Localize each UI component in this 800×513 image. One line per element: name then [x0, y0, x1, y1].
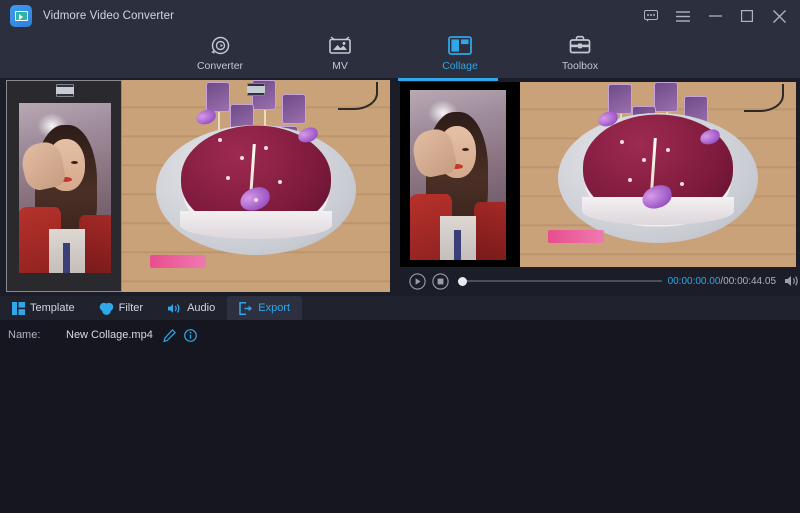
tab-label-audio: Audio: [187, 302, 216, 314]
name-row: Name: New Collage.mp4: [0, 320, 800, 350]
volume-icon[interactable]: [784, 274, 800, 288]
title-bar: Vidmore Video Converter: [0, 0, 800, 32]
collage-frame: [6, 80, 390, 292]
tab-audio[interactable]: Audio: [155, 296, 227, 320]
nav-item-toolbox[interactable]: Toolbox: [540, 32, 620, 72]
audio-icon: [168, 303, 180, 313]
menu-icon[interactable]: [668, 1, 698, 31]
nav-item-converter[interactable]: Converter: [180, 32, 260, 72]
pencil-icon[interactable]: [163, 328, 176, 342]
app-window: Vidmore Video Converter Converter MV Col…: [0, 0, 800, 513]
film-strip-icon-right[interactable]: [247, 83, 265, 96]
editor-tabs: Template Filter Audio Export: [0, 296, 800, 320]
collage-cell-left[interactable]: [6, 80, 122, 292]
feedback-icon[interactable]: [636, 1, 666, 31]
app-title: Vidmore Video Converter: [43, 10, 175, 22]
portrait-girl-clip: [19, 103, 111, 273]
total-time: 00:00:44.05: [723, 275, 776, 287]
nav-label-toolbox: Toolbox: [561, 60, 599, 72]
nav-label-converter: Converter: [196, 60, 244, 72]
name-label: Name:: [8, 329, 41, 341]
collage-icon: [448, 34, 472, 56]
play-icon[interactable]: [408, 270, 427, 292]
info-icon[interactable]: [183, 328, 197, 342]
export-icon: [239, 301, 253, 315]
window-controls: [636, 0, 794, 32]
preview-pane: 00:00:00.00/00:00:44.05: [398, 78, 800, 296]
tab-export[interactable]: Export: [227, 296, 303, 320]
main-nav: Converter MV Collage Toolbox: [0, 32, 800, 78]
nav-label-mv: MV: [332, 60, 348, 72]
app-logo-icon: [10, 5, 32, 27]
tab-label-template: Template: [30, 302, 75, 314]
export-panel: Name: New Collage.mp4 Format: MP4 Frame …: [0, 320, 800, 513]
mv-icon: [328, 34, 352, 56]
seek-handle[interactable]: [457, 276, 467, 286]
tab-template[interactable]: Template: [0, 296, 87, 320]
template-icon: [12, 301, 25, 315]
nav-item-collage[interactable]: Collage: [420, 32, 500, 72]
birthday-cake-clip: [122, 80, 390, 292]
tab-label-export: Export: [258, 302, 291, 314]
seek-bar[interactable]: [457, 274, 662, 288]
current-time: 00:00:00.00: [667, 275, 721, 287]
maximize-icon[interactable]: [732, 1, 762, 31]
seek-track: [457, 280, 662, 282]
nav-label-collage: Collage: [442, 60, 478, 72]
tab-filter[interactable]: Filter: [87, 296, 155, 320]
workspace: 00:00:00.00/00:00:44.05: [0, 78, 800, 296]
film-strip-icon[interactable]: [56, 84, 74, 97]
time-display: 00:00:00.00/00:00:44.05: [668, 276, 776, 287]
preview-cell-right: [520, 82, 796, 267]
converter-icon: [210, 34, 231, 56]
preview-active-indicator: [398, 78, 498, 81]
minimize-icon[interactable]: [700, 1, 730, 31]
name-value: New Collage.mp4: [66, 329, 153, 341]
nav-item-mv[interactable]: MV: [300, 32, 380, 72]
collage-editor: [0, 78, 398, 296]
preview-stage: [400, 82, 796, 267]
tab-label-filter: Filter: [118, 302, 144, 314]
preview-cell-left: [400, 82, 520, 267]
close-icon[interactable]: [764, 1, 794, 31]
toolbox-icon: [569, 34, 591, 56]
player-controls: 00:00:00.00/00:00:44.05: [398, 267, 800, 295]
filter-icon: [99, 302, 113, 315]
stop-icon[interactable]: [431, 270, 450, 292]
collage-cell-right[interactable]: [122, 80, 390, 292]
